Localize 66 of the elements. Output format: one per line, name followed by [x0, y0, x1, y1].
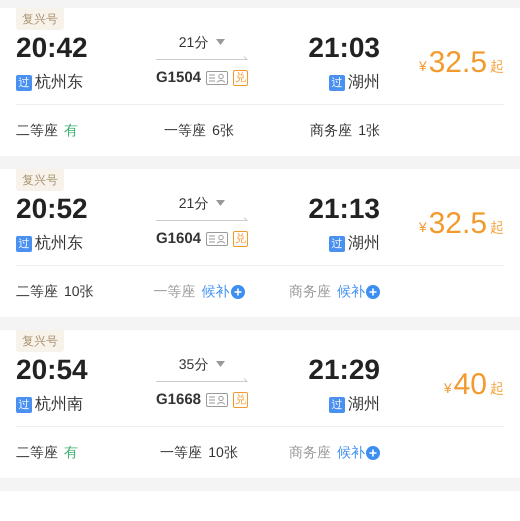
dropdown-caret-icon[interactable]: [216, 361, 226, 367]
price: 32.5: [428, 48, 487, 78]
price-currency: ¥: [444, 378, 452, 398]
seat-class: 商务座: [289, 443, 331, 462]
pass-through-tag: 过: [16, 75, 32, 91]
train-card[interactable]: 复兴号 20:52 过 杭州东 21分 G1604 兑 21:13 过 湖州 ¥32.5 起 二等座 10张 一等座 候补 商务座 候补: [0, 169, 520, 317]
pass-through-tag: 过: [329, 236, 345, 252]
seat-class: 商务座: [310, 121, 352, 140]
price-currency: ¥: [418, 56, 427, 76]
seat-class: 二等座: [16, 121, 58, 140]
arrival-time: 21:03: [308, 31, 380, 65]
exchange-tag: 兑: [233, 231, 248, 248]
departure-time: 20:52: [16, 192, 89, 226]
departure-station: 杭州南: [35, 394, 83, 415]
arrival-station: 湖州: [348, 72, 380, 93]
dropdown-caret-icon[interactable]: [216, 200, 226, 206]
seat-class: 二等座: [16, 282, 58, 301]
seat-availability: 有: [64, 121, 78, 140]
train-type-badge: 复兴号: [16, 330, 64, 352]
pass-through-tag: 过: [329, 397, 345, 413]
train-card[interactable]: 复兴号 20:54 过 杭州南 35分 G1668 兑 21:29 过 湖州 ¥40 起 二等座 有 一等座 10张 商务座 候补: [0, 330, 520, 478]
train-type-badge: 复兴号: [16, 169, 64, 191]
departure-time: 20:42: [16, 31, 89, 65]
train-number[interactable]: G1504: [156, 67, 202, 90]
seat-availability: 10张: [208, 443, 238, 462]
duration: 35分: [178, 355, 208, 374]
train-number[interactable]: G1604: [156, 228, 202, 250]
seat-class: 一等座: [160, 443, 202, 462]
arrival-station: 湖州: [348, 394, 380, 415]
price: 32.5: [428, 209, 487, 239]
duration: 21分: [178, 33, 208, 52]
pass-through-tag: 过: [16, 397, 32, 413]
id-card-icon: [206, 71, 228, 86]
train-type-badge: 复兴号: [16, 8, 64, 30]
train-number[interactable]: G1668: [156, 389, 202, 412]
price-currency: ¥: [418, 218, 427, 236]
departure-station: 杭州东: [35, 234, 83, 254]
train-card[interactable]: 复兴号 20:42 过 杭州东 21分 G1504 兑 21:03 过 湖州 ¥32.5 起 二等座 有 一等座 6张 商务座 1张: [0, 8, 520, 156]
seat-availability: 10张: [64, 282, 94, 301]
exchange-tag: 兑: [233, 392, 248, 408]
id-card-icon: [206, 393, 228, 408]
departure-time: 20:54: [16, 353, 89, 387]
price: 40: [454, 370, 487, 400]
id-card-icon: [206, 232, 228, 246]
arrival-time: 21:29: [308, 353, 380, 387]
seat-class: 一等座: [154, 282, 196, 301]
plus-icon[interactable]: [366, 446, 380, 460]
seat-availability: 1张: [358, 121, 380, 140]
plus-icon[interactable]: [230, 284, 244, 298]
price-suffix: 起: [490, 378, 504, 398]
pass-through-tag: 过: [16, 236, 32, 252]
seat-class: 一等座: [164, 121, 206, 140]
pass-through-tag: 过: [329, 75, 345, 91]
arrival-station: 湖州: [348, 234, 380, 254]
arrival-time: 21:13: [308, 192, 380, 226]
seat-availability: 6张: [212, 121, 234, 140]
plus-icon[interactable]: [366, 284, 380, 298]
duration: 21分: [178, 194, 208, 213]
exchange-tag: 兑: [233, 70, 248, 86]
dropdown-caret-icon[interactable]: [216, 39, 226, 45]
price-suffix: 起: [490, 56, 504, 76]
seat-availability: 有: [64, 443, 78, 462]
departure-station: 杭州东: [35, 72, 83, 93]
seat-class: 二等座: [16, 443, 58, 462]
price-suffix: 起: [490, 218, 504, 236]
seat-class: 商务座: [289, 282, 331, 301]
